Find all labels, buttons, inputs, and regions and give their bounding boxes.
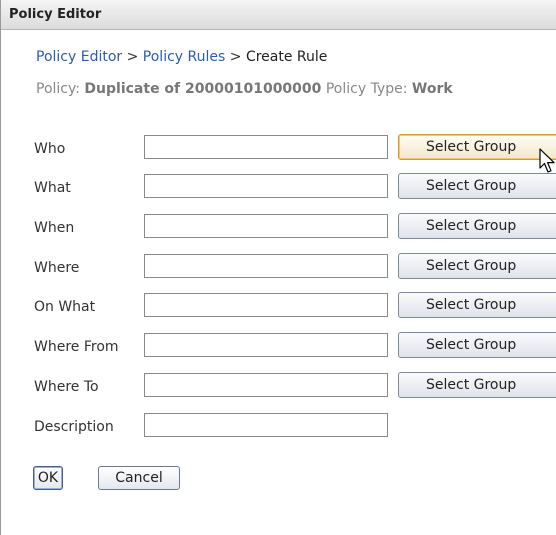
description-field[interactable]: [144, 413, 388, 437]
form-row-who: Who Select Group: [1, 134, 556, 161]
breadcrumb: Policy Editor > Policy Rules > Create Ru…: [36, 49, 327, 65]
where-from-field[interactable]: [144, 333, 388, 357]
policy-label: Policy:: [36, 81, 80, 97]
where-from-label: Where From: [34, 339, 119, 355]
who-select-group-button[interactable]: Select Group: [398, 134, 556, 160]
where-to-label: Where To: [34, 379, 99, 395]
form-row-where-from: Where From Select Group: [1, 332, 556, 359]
what-select-group-button[interactable]: Select Group: [398, 173, 556, 199]
when-select-group-button[interactable]: Select Group: [398, 213, 556, 239]
form-row-on-what: On What Select Group: [1, 292, 556, 319]
policy-type-value: Work: [411, 81, 453, 97]
form-row-where-to: Where To Select Group: [1, 372, 556, 399]
policy-editor-panel: Policy Editor Policy Editor > Policy Rul…: [0, 0, 556, 535]
breadcrumb-separator: >: [229, 49, 242, 65]
who-label: Who: [34, 141, 66, 157]
when-field[interactable]: [144, 214, 388, 238]
form-row-where: Where Select Group: [1, 253, 556, 280]
description-label: Description: [34, 419, 114, 435]
where-from-select-group-button[interactable]: Select Group: [398, 332, 556, 358]
policy-name: Duplicate of 20000101000000: [84, 81, 322, 97]
breadcrumb-separator: >: [126, 49, 139, 65]
on-what-field[interactable]: [144, 293, 388, 317]
on-what-label: On What: [34, 299, 96, 315]
who-field[interactable]: [144, 135, 388, 159]
breadcrumb-policy-rules-link[interactable]: Policy Rules: [143, 49, 226, 65]
where-to-field[interactable]: [144, 373, 388, 397]
policy-type-label: Policy Type:: [325, 81, 408, 97]
form-row-description: Description: [1, 413, 556, 439]
form-row-what: What Select Group: [1, 173, 556, 200]
where-label: Where: [34, 260, 80, 276]
breadcrumb-policy-editor-link[interactable]: Policy Editor: [36, 49, 122, 65]
what-label: What: [34, 180, 71, 196]
on-what-select-group-button[interactable]: Select Group: [398, 292, 556, 318]
policy-info: Policy: Duplicate of 20000101000000 Poli…: [36, 81, 453, 97]
panel-title: Policy Editor: [1, 0, 556, 30]
breadcrumb-current: Create Rule: [245, 49, 328, 65]
what-field[interactable]: [144, 174, 388, 198]
where-select-group-button[interactable]: Select Group: [398, 253, 556, 279]
cancel-button[interactable]: Cancel: [98, 466, 180, 490]
where-to-select-group-button[interactable]: Select Group: [398, 372, 556, 398]
form-row-when: When Select Group: [1, 213, 556, 240]
ok-button[interactable]: OK: [33, 466, 63, 490]
where-field[interactable]: [144, 254, 388, 278]
when-label: When: [34, 220, 75, 236]
